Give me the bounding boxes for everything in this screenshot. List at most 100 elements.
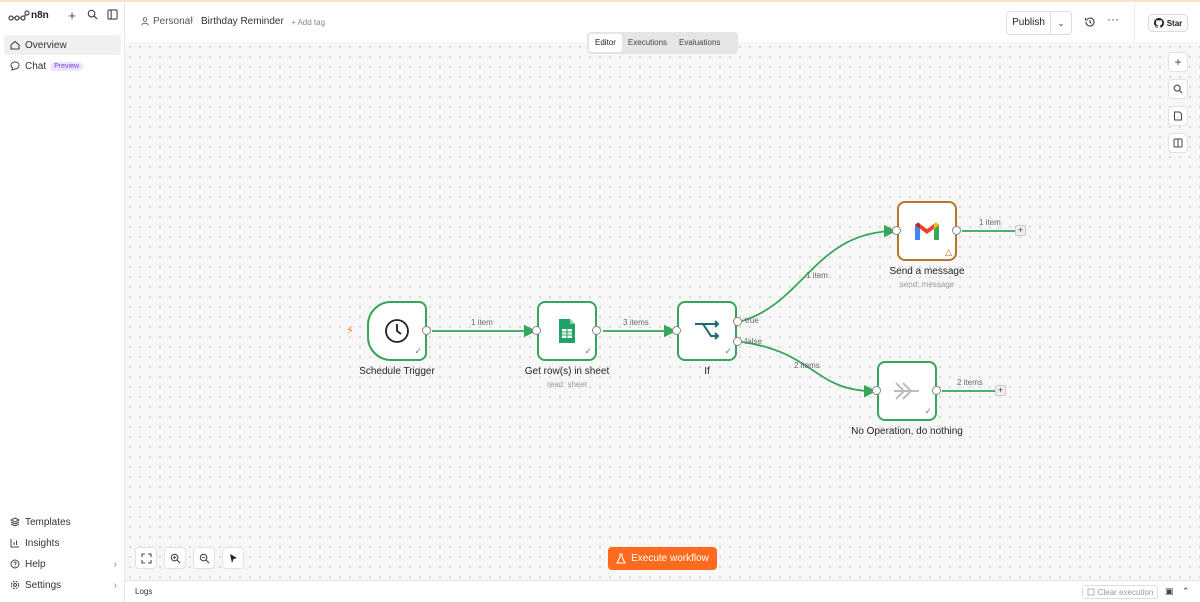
success-check-icon: ✓ <box>724 346 732 356</box>
clear-execution-label: Clear execution <box>1097 587 1154 597</box>
clear-execution-button[interactable]: Clear execution <box>1082 585 1158 599</box>
logs-bar[interactable]: Logs Clear execution ▣ ⌃ <box>125 580 1200 602</box>
node-label: Send a message <box>889 266 965 277</box>
sidebar-item-label: Overview <box>25 39 67 51</box>
flask-icon <box>616 553 626 564</box>
sidebar-item-help[interactable]: Help › <box>4 554 121 574</box>
noop-arrows-icon <box>894 382 919 400</box>
logs-label: Logs <box>135 587 153 596</box>
output-handle[interactable] <box>592 326 601 335</box>
if-branch-icon <box>695 320 720 340</box>
sidebar-item-templates[interactable]: Templates <box>4 512 121 532</box>
input-handle[interactable] <box>892 226 901 235</box>
github-icon <box>1153 18 1164 28</box>
templates-icon <box>9 517 20 528</box>
add-tag-link[interactable]: + Add tag <box>291 18 325 27</box>
node-get-rows-in-sheet[interactable]: ✓ <box>537 301 597 361</box>
node-schedule-trigger[interactable]: ✓ <box>367 301 427 361</box>
node-label: Get row(s) in sheet <box>524 366 610 377</box>
app-name: n8n <box>31 10 49 21</box>
sidebar-item-label: Templates <box>25 516 71 528</box>
execute-workflow-button[interactable]: Execute workflow <box>608 547 717 570</box>
node-label: If <box>704 366 710 377</box>
chat-icon <box>9 61 20 72</box>
input-handle[interactable] <box>872 386 881 395</box>
sidebar: n8n + Overview Chat Preview Templates In… <box>0 2 125 602</box>
add-icon[interactable]: + <box>64 8 80 24</box>
help-icon <box>9 559 20 570</box>
breadcrumb-separator: / <box>191 16 194 27</box>
header-divider <box>1134 2 1135 42</box>
preview-badge: Preview <box>50 61 84 71</box>
execute-workflow-label: Execute workflow <box>631 553 709 564</box>
chevron-up-icon[interactable]: ⌃ <box>1182 586 1190 597</box>
workflow-title[interactable]: Birthday Reminder <box>201 16 284 27</box>
more-options-icon[interactable]: ··· <box>1107 12 1119 26</box>
sidebar-item-insights[interactable]: Insights <box>4 533 121 553</box>
clock-icon <box>385 319 409 343</box>
success-check-icon: ✓ <box>414 346 422 356</box>
search-icon[interactable] <box>84 8 100 24</box>
add-node-button[interactable]: + <box>995 385 1006 396</box>
sidebar-item-label: Help <box>25 558 46 570</box>
output-handle[interactable] <box>932 386 941 395</box>
history-icon[interactable] <box>1083 15 1097 29</box>
google-sheets-icon <box>559 319 575 343</box>
node-subtitle: read: sheet <box>546 380 588 389</box>
github-star-button[interactable]: Star <box>1148 14 1188 32</box>
connections-layer <box>432 224 1015 398</box>
trigger-lightning-icon: ⚡ <box>346 325 354 337</box>
edge-label: 3 items <box>623 318 649 327</box>
node-if[interactable]: ✓ <box>677 301 737 361</box>
input-handle[interactable] <box>672 326 681 335</box>
chevron-down-icon[interactable]: ⌄ <box>1051 12 1071 34</box>
chevron-right-icon: › <box>113 579 117 591</box>
node-send-a-message[interactable]: △ <box>897 201 957 261</box>
sidebar-item-label: Insights <box>25 537 60 549</box>
canvas-zoom-toolbar <box>135 547 251 569</box>
edge-label: 1 item <box>471 318 493 327</box>
publish-button[interactable]: Publish <box>1007 12 1051 34</box>
n8n-logo-icon <box>8 10 30 21</box>
success-check-icon: ✓ <box>584 346 592 356</box>
insights-icon <box>9 538 20 549</box>
output-handle-false[interactable] <box>733 337 742 346</box>
toggle-panel-icon[interactable] <box>1168 133 1188 153</box>
success-check-icon: ✓ <box>924 406 932 416</box>
fit-view-icon[interactable] <box>135 547 157 569</box>
node-label: Schedule Trigger <box>359 366 435 377</box>
sidebar-item-label: Chat <box>25 60 47 72</box>
add-node-icon[interactable]: + <box>1168 52 1188 72</box>
output-handle[interactable] <box>422 326 431 335</box>
star-label: Star <box>1166 18 1183 28</box>
warning-icon: △ <box>945 247 952 257</box>
sidebar-item-overview[interactable]: Overview <box>4 35 121 55</box>
output-handle[interactable] <box>952 226 961 235</box>
breadcrumb-project[interactable]: Personal <box>141 16 192 27</box>
zoom-out-icon[interactable] <box>193 547 215 569</box>
edge-label: 1 item <box>979 218 1001 227</box>
node-subtitle: send: message <box>899 280 955 289</box>
gmail-icon <box>915 222 939 240</box>
eraser-icon <box>1087 588 1095 596</box>
logs-window-icon[interactable]: ▣ <box>1165 586 1174 597</box>
sidebar-header: n8n + <box>0 2 125 32</box>
search-nodes-icon[interactable] <box>1168 79 1188 99</box>
input-handle[interactable] <box>532 326 541 335</box>
output-handle-true[interactable] <box>733 317 742 326</box>
chevron-right-icon: › <box>113 558 117 570</box>
sidebar-item-chat[interactable]: Chat Preview <box>4 56 121 76</box>
node-no-operation[interactable]: ✓ <box>877 361 937 421</box>
person-icon <box>141 17 149 26</box>
collapse-sidebar-icon[interactable] <box>104 8 120 24</box>
cursor-icon[interactable] <box>222 547 244 569</box>
sidebar-item-label: Settings <box>25 579 62 591</box>
home-icon <box>9 40 20 51</box>
zoom-in-icon[interactable] <box>164 547 186 569</box>
if-true-label: true <box>745 316 759 325</box>
add-node-button[interactable]: + <box>1015 225 1026 236</box>
sidebar-item-settings[interactable]: Settings › <box>4 575 121 595</box>
canvas-right-toolbar: + <box>1168 52 1188 160</box>
sticky-note-icon[interactable] <box>1168 106 1188 126</box>
workflow-canvas[interactable]: Editor Executions Evaluations ⚡ ✓ Schedu… <box>125 32 1200 580</box>
